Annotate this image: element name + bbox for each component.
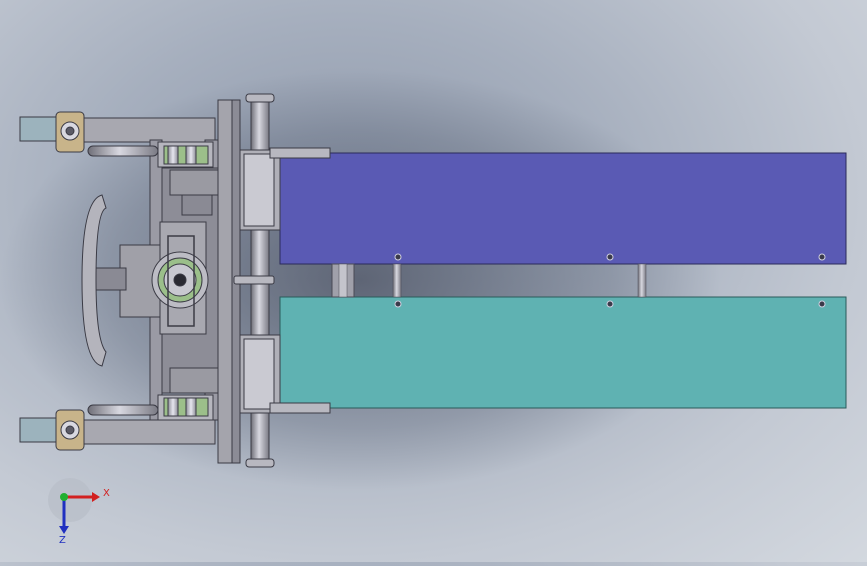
x-axis-label: X bbox=[103, 488, 110, 499]
cad-viewport[interactable]: X Z bbox=[0, 0, 867, 562]
upper-panel[interactable] bbox=[279, 152, 847, 265]
x-axis-arrowhead bbox=[92, 492, 100, 502]
triad-origin bbox=[60, 493, 68, 501]
axis-triad: X Z bbox=[48, 478, 110, 546]
z-axis-arrowhead bbox=[59, 526, 69, 534]
lower-panel[interactable] bbox=[279, 296, 847, 409]
z-axis-label: Z bbox=[59, 535, 66, 546]
model-view[interactable]: X Z bbox=[0, 0, 867, 562]
front-wheel-top bbox=[19, 111, 85, 153]
wheel-assembly-top bbox=[157, 141, 214, 168]
wheel-assembly-bottom bbox=[157, 394, 214, 421]
triad-arc bbox=[48, 478, 92, 522]
front-wheel-bottom bbox=[19, 409, 85, 451]
